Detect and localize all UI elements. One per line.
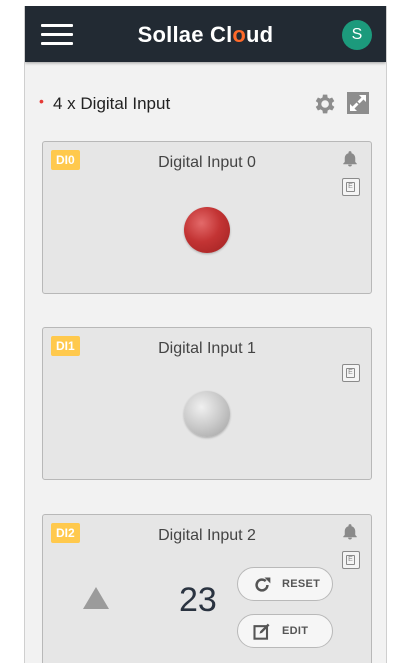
brand-logo: Sollae Cloud (137, 22, 274, 47)
input-status-led (184, 391, 230, 437)
input-label: Digital Input 2 (158, 527, 256, 544)
digital-input-card: DI1 Digital Input 1 E (42, 327, 372, 480)
input-label: Digital Input 1 (158, 340, 256, 357)
expand-icon[interactable] (346, 91, 370, 115)
input-label: Digital Input 0 (158, 154, 256, 171)
reset-button[interactable]: RESET (237, 567, 333, 601)
event-log-icon[interactable]: E (342, 178, 360, 196)
reset-label: RESET (282, 578, 321, 590)
bell-icon[interactable] (341, 522, 359, 542)
event-log-icon[interactable]: E (342, 364, 360, 382)
edit-button[interactable]: EDIT (237, 614, 333, 648)
digital-input-card: DI0 Digital Input 0 E (42, 141, 372, 294)
widget-title: 4 x Digital Input (53, 94, 171, 113)
counter-value: 23 (179, 581, 217, 619)
counter-direction-icon (83, 587, 109, 609)
bell-icon[interactable] (341, 149, 359, 169)
required-marker: • (39, 93, 44, 109)
user-avatar[interactable]: S (342, 20, 372, 50)
widget-header: • 4 x Digital Input (39, 91, 374, 115)
reset-icon (255, 577, 271, 592)
edit-label: EDIT (282, 625, 309, 637)
edit-icon (253, 623, 270, 640)
top-app-bar: Sollae Cloud S (25, 6, 386, 62)
app-frame: Sollae Cloud S • 4 x Digital Input DI0 D… (24, 6, 387, 663)
digital-input-card: DI2 Digital Input 2 E 23 RESET EDIT (42, 514, 372, 663)
gear-icon[interactable] (311, 91, 337, 117)
event-log-icon[interactable]: E (342, 551, 360, 569)
input-status-led (184, 207, 230, 253)
